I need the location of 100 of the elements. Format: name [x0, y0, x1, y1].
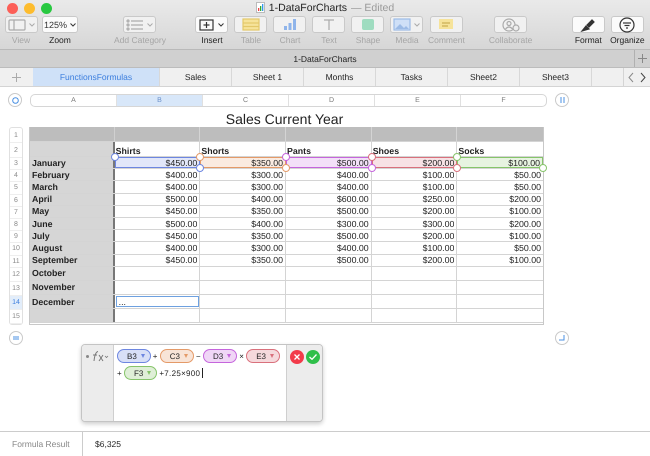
- formula-text: +: [117, 368, 122, 380]
- table-cell: $200.00: [372, 230, 458, 242]
- add-sheet-icon[interactable]: [12, 72, 21, 82]
- cell-reference-token[interactable]: F3: [124, 366, 158, 380]
- table-cell: $100.00: [372, 181, 458, 193]
- table-cell: $400.00: [114, 169, 200, 180]
- document-title: 1-DataForCharts: [293, 54, 357, 64]
- table-cell: $300.00: [200, 169, 286, 180]
- sheet-tab[interactable]: Tasks: [376, 68, 448, 86]
- table-cell: $450.00: [114, 254, 200, 266]
- row-label: May: [30, 206, 115, 217]
- sheet-tab[interactable]: Sheet 1: [232, 68, 304, 86]
- format-icon: [580, 18, 596, 32]
- cell-reference-token[interactable]: E3: [246, 349, 280, 364]
- row-label: August: [30, 242, 115, 254]
- add-row-handle[interactable]: [9, 331, 23, 346]
- row-label: April: [30, 194, 115, 205]
- zoom-button[interactable]: [41, 3, 52, 14]
- table-cell: $350.00: [200, 230, 286, 242]
- row-label: December: [30, 295, 115, 308]
- table-cell: $400.00: [114, 181, 200, 193]
- table-cell: $600.00: [286, 194, 372, 205]
- table-cell-text: $100.00: [508, 206, 542, 217]
- caret-icon: [70, 22, 76, 26]
- table-cell: $200.00: [372, 206, 458, 217]
- cell-reference-token[interactable]: C3: [160, 349, 194, 364]
- row-label: March: [30, 181, 115, 193]
- sheet-tab[interactable]: Sales: [160, 68, 232, 86]
- sheet-tab[interactable]: Sheet2: [448, 68, 520, 86]
- drag-handle-icon[interactable]: [86, 355, 89, 358]
- dropdown-icon: [227, 354, 232, 358]
- table-cell-text: $50.00: [513, 169, 542, 180]
- table-cell: $300.00: [200, 181, 286, 193]
- row-label: October: [30, 266, 115, 280]
- table-cell: $400.00: [200, 218, 286, 230]
- table-cell: $100.00: [372, 169, 458, 180]
- editing-cell: ...: [114, 295, 200, 308]
- equals-icon: [13, 336, 19, 340]
- dropdown-icon: [270, 354, 274, 358]
- table-cell: $400.00: [286, 181, 372, 193]
- table-cell: $250.00: [372, 194, 458, 205]
- close-button[interactable]: [7, 3, 18, 14]
- table-cell: $300.00: [372, 218, 458, 230]
- add-button[interactable]: [634, 50, 650, 67]
- corner-icon: [559, 335, 565, 342]
- sheet-tab[interactable]: Sheet3: [520, 68, 592, 86]
- scroll-left-icon[interactable]: [628, 72, 634, 82]
- table-icon: [242, 18, 260, 31]
- accept-button[interactable]: [306, 350, 320, 364]
- table-cell-text: $100.00: [508, 254, 542, 266]
- close-icon: [294, 354, 300, 360]
- table-cell: $400.00: [286, 242, 372, 254]
- formula-text: ×: [239, 350, 244, 363]
- row-label: January: [30, 157, 115, 168]
- row-label: February: [30, 169, 115, 180]
- table-cell: $500.00: [286, 254, 372, 266]
- collaborate-icon: [500, 18, 521, 32]
- cancel-button[interactable]: [290, 350, 304, 364]
- table-cell: $450.00: [114, 206, 200, 217]
- dropdown-icon: [140, 354, 145, 358]
- column-name: Socks: [457, 145, 486, 156]
- table-cell-text: $100.00: [508, 230, 542, 242]
- dropdown-icon: [147, 371, 152, 376]
- edited-status: — Edited: [351, 2, 394, 14]
- sheet-tab[interactable]: Months: [304, 68, 376, 86]
- table-cell: $500.00: [114, 218, 200, 230]
- table-cell-text: $200.00: [508, 194, 542, 205]
- table-cell: $300.00: [286, 218, 372, 230]
- view-icon: [8, 18, 26, 30]
- table-cell-text: $50.00: [513, 242, 542, 254]
- cell-reference-token[interactable]: D3: [203, 349, 238, 364]
- window-title: 1-DataForCharts: [268, 2, 347, 14]
- row-label: November: [30, 280, 115, 294]
- formula-result-label: Formula Result: [0, 432, 83, 456]
- table-cell-text: $50.00: [513, 181, 542, 193]
- comment-icon: [438, 18, 454, 31]
- table-cell: $400.00: [286, 169, 372, 180]
- resize-handle[interactable]: [555, 331, 569, 346]
- select-table-button[interactable]: [8, 93, 22, 107]
- table-cell: $200.00: [372, 254, 458, 266]
- table-cell: $500.00: [114, 194, 200, 205]
- text-icon: [322, 18, 336, 31]
- scroll-right-icon[interactable]: [640, 72, 646, 82]
- shape-icon: [360, 18, 375, 31]
- row-label: July: [30, 230, 115, 242]
- circle-icon: [12, 96, 18, 104]
- cell-reference-token[interactable]: B3: [117, 349, 151, 364]
- table-cell: $500.00: [286, 230, 372, 242]
- formula-text: +7.25×900: [159, 368, 200, 380]
- pause-icon: [560, 97, 564, 103]
- category-icon: [126, 18, 144, 30]
- fx-icon[interactable]: [91, 350, 109, 362]
- row-label: September: [30, 254, 115, 266]
- checkmark-icon: [309, 354, 317, 360]
- table-title: Sales Current Year: [224, 111, 344, 127]
- table-cell: $300.00: [200, 242, 286, 254]
- selection-handle[interactable]: [539, 164, 548, 172]
- add-column-handle[interactable]: [555, 93, 569, 107]
- table-cell: $450.00: [114, 230, 200, 242]
- sheet-tab[interactable]: FunctionsFormulas: [33, 68, 160, 86]
